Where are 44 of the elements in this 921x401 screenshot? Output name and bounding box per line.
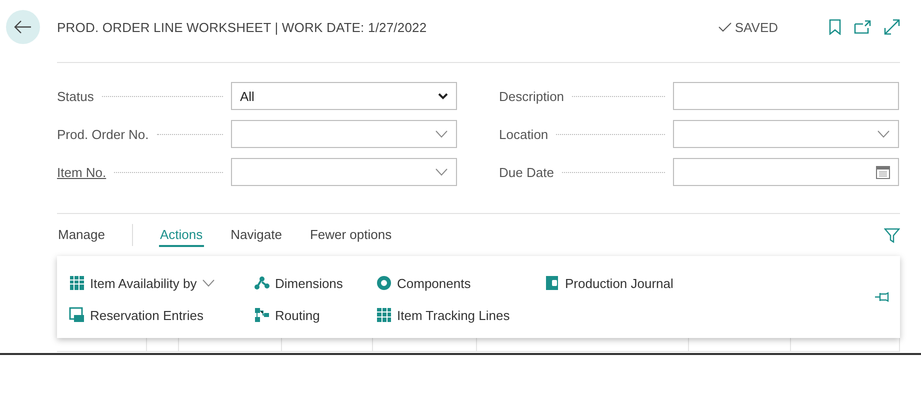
field-label: Description <box>499 88 564 104</box>
action-menu-item[interactable]: Item Availability by <box>69 275 254 291</box>
field-label: Due Date <box>499 164 554 180</box>
input-field[interactable] <box>673 120 899 148</box>
action-menu-item[interactable]: Components <box>376 275 544 291</box>
action-tab[interactable]: Actions <box>158 224 204 246</box>
field-label-link[interactable]: Item No. <box>57 164 106 180</box>
input-field[interactable] <box>231 158 457 186</box>
book-icon <box>544 275 560 291</box>
flow-icon <box>254 307 270 323</box>
chevron-down-icon <box>877 130 890 138</box>
expand-icon[interactable] <box>884 19 900 35</box>
calendar-grid-icon <box>69 275 85 291</box>
open-new-window-icon[interactable] <box>854 20 871 34</box>
field-label: Status <box>57 88 94 104</box>
chevron-down-icon <box>438 92 448 100</box>
field-label: Location <box>499 126 548 142</box>
chevron-down-icon <box>202 279 215 287</box>
filter-icon[interactable] <box>884 228 900 242</box>
ring-icon <box>376 275 392 291</box>
chevron-down-icon <box>435 130 448 138</box>
chevron-down-icon <box>435 168 448 176</box>
action-tab[interactable]: Manage <box>57 224 106 246</box>
input-field[interactable]: All <box>231 82 457 110</box>
input-field[interactable] <box>673 82 899 110</box>
action-menu-item[interactable]: Routing <box>254 307 376 323</box>
check-icon <box>718 22 732 32</box>
action-menu-item[interactable]: Item Tracking Lines <box>376 307 544 323</box>
input-field[interactable] <box>673 158 899 186</box>
calendar-icon <box>876 166 890 178</box>
action-tab[interactable]: Fewer options <box>308 224 393 246</box>
table-icon <box>69 307 85 323</box>
action-menu-item[interactable]: Reservation Entries <box>69 307 254 323</box>
action-menu-item[interactable]: Production Journal <box>544 275 744 291</box>
action-menu-item[interactable]: Dimensions <box>254 275 376 291</box>
bookmark-icon[interactable] <box>829 19 841 35</box>
field-label: Prod. Order No. <box>57 126 149 142</box>
action-tab[interactable]: Navigate <box>230 224 283 246</box>
page-title: PROD. ORDER LINE WORKSHEET | WORK DATE: 1/27/2022 <box>57 20 428 34</box>
input-field[interactable] <box>231 120 457 148</box>
saved-status: SAVED <box>734 20 778 34</box>
back-arrow-icon <box>14 20 32 34</box>
back-button[interactable] <box>6 10 40 44</box>
branch-icon <box>254 275 270 291</box>
